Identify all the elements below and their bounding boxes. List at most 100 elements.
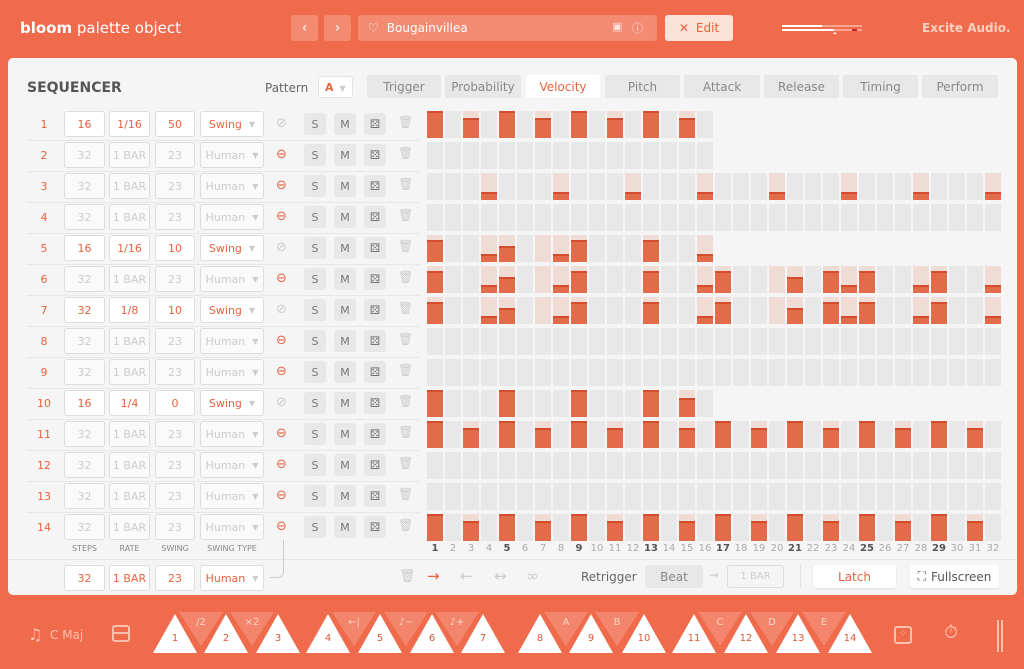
step-cell[interactable] bbox=[877, 297, 893, 324]
velocity-bar[interactable] bbox=[571, 421, 587, 448]
step-cell[interactable] bbox=[535, 204, 551, 231]
trash-icon[interactable]: 🗑︎ bbox=[398, 146, 413, 160]
step-cell[interactable] bbox=[859, 266, 875, 293]
step-cell[interactable] bbox=[679, 421, 695, 448]
step-cell[interactable] bbox=[463, 390, 479, 417]
step-cell[interactable] bbox=[607, 421, 623, 448]
step-cell[interactable] bbox=[895, 204, 911, 231]
step-cell[interactable] bbox=[445, 483, 461, 510]
arrow-right-icon[interactable]: → bbox=[427, 567, 440, 585]
step-cell[interactable] bbox=[517, 390, 533, 417]
step-cell[interactable] bbox=[697, 421, 713, 448]
step-cell[interactable] bbox=[445, 142, 461, 169]
step-cell[interactable] bbox=[661, 421, 677, 448]
step-cell[interactable] bbox=[985, 204, 1001, 231]
step-cell[interactable] bbox=[625, 390, 641, 417]
step-cell[interactable] bbox=[427, 390, 443, 417]
trash-icon[interactable]: 🗑︎ bbox=[398, 487, 413, 501]
rate-field[interactable]: 1 BAR bbox=[109, 142, 150, 168]
step-cell[interactable] bbox=[589, 173, 605, 200]
step-cell[interactable] bbox=[481, 266, 497, 293]
heart-icon[interactable]: ♡ bbox=[368, 21, 379, 35]
step-cell[interactable] bbox=[445, 514, 461, 541]
step-cell[interactable] bbox=[931, 266, 947, 293]
step-cell[interactable] bbox=[625, 142, 641, 169]
rate-field[interactable]: 1 BAR bbox=[109, 328, 150, 354]
step-cell[interactable] bbox=[733, 204, 749, 231]
step-cell[interactable] bbox=[517, 142, 533, 169]
step-cell[interactable] bbox=[715, 359, 731, 386]
step-cell[interactable] bbox=[697, 173, 713, 200]
step-cell[interactable] bbox=[805, 204, 821, 231]
dice-icon[interactable]: ⚄ bbox=[364, 299, 386, 321]
step-cell[interactable] bbox=[481, 359, 497, 386]
steps-field[interactable]: 16 bbox=[64, 235, 105, 261]
step-cell[interactable] bbox=[967, 297, 983, 324]
mute-button[interactable]: M bbox=[334, 330, 356, 352]
solo-button[interactable]: S bbox=[304, 392, 326, 414]
dice-icon[interactable]: ⚄ bbox=[364, 175, 386, 197]
step-cell[interactable] bbox=[823, 514, 839, 541]
step-cell[interactable] bbox=[895, 297, 911, 324]
step-cell[interactable] bbox=[625, 514, 641, 541]
step-cell[interactable] bbox=[679, 142, 695, 169]
dice-icon[interactable]: ⚄ bbox=[364, 454, 386, 476]
step-cell[interactable] bbox=[463, 235, 479, 262]
step-cell[interactable] bbox=[949, 359, 965, 386]
velocity-bar[interactable] bbox=[859, 421, 875, 448]
mute-button[interactable]: M bbox=[334, 206, 356, 228]
step-cell[interactable] bbox=[769, 452, 785, 479]
velocity-bar[interactable] bbox=[931, 302, 947, 324]
dice-icon[interactable]: ⚄ bbox=[364, 206, 386, 228]
mute-button[interactable]: M bbox=[334, 423, 356, 445]
rate-field[interactable]: 1 BAR bbox=[109, 421, 150, 447]
step-cell[interactable] bbox=[769, 204, 785, 231]
step-cell[interactable] bbox=[571, 421, 587, 448]
step-cell[interactable] bbox=[859, 483, 875, 510]
velocity-bar[interactable] bbox=[985, 315, 1001, 324]
step-cell[interactable] bbox=[643, 297, 659, 324]
velocity-bar[interactable] bbox=[499, 307, 515, 324]
velocity-bar[interactable] bbox=[427, 302, 443, 324]
step-cell[interactable] bbox=[571, 514, 587, 541]
step-cell[interactable] bbox=[769, 421, 785, 448]
swing-type-dropdown[interactable]: Human ▼ bbox=[200, 359, 264, 385]
rate-field[interactable]: 1 BAR bbox=[109, 452, 150, 478]
step-cell[interactable] bbox=[841, 421, 857, 448]
step-cell[interactable] bbox=[697, 142, 713, 169]
link-icon[interactable]: ⊖ bbox=[276, 333, 287, 348]
step-cell[interactable] bbox=[625, 204, 641, 231]
step-cell[interactable] bbox=[571, 390, 587, 417]
step-cell[interactable] bbox=[841, 514, 857, 541]
step-cell[interactable] bbox=[949, 483, 965, 510]
steps-field[interactable]: 32 bbox=[64, 359, 105, 385]
dice-icon[interactable]: ⁘ bbox=[894, 626, 912, 644]
step-cell[interactable] bbox=[553, 514, 569, 541]
step-cell[interactable] bbox=[715, 173, 731, 200]
step-cell[interactable] bbox=[481, 204, 497, 231]
step-cell[interactable] bbox=[733, 421, 749, 448]
velocity-bar[interactable] bbox=[481, 253, 497, 262]
step-cell[interactable] bbox=[427, 297, 443, 324]
velocity-bar[interactable] bbox=[499, 245, 515, 262]
swing-field[interactable]: 23 bbox=[155, 266, 195, 292]
step-cell[interactable] bbox=[823, 452, 839, 479]
rate-field[interactable]: 1 BAR bbox=[109, 173, 150, 199]
step-cell[interactable] bbox=[949, 204, 965, 231]
timer-icon[interactable]: ⏱︎ bbox=[944, 622, 958, 643]
step-cell[interactable] bbox=[823, 173, 839, 200]
step-cell[interactable] bbox=[499, 514, 515, 541]
step-cell[interactable] bbox=[589, 111, 605, 138]
rate-field[interactable]: 1/8 bbox=[109, 297, 150, 323]
step-cell[interactable] bbox=[535, 297, 551, 324]
swing-field[interactable]: 23 bbox=[155, 483, 195, 509]
step-cell[interactable] bbox=[661, 266, 677, 293]
step-cell[interactable] bbox=[607, 390, 623, 417]
step-cell[interactable] bbox=[805, 483, 821, 510]
step-cell[interactable] bbox=[445, 359, 461, 386]
step-cell[interactable] bbox=[463, 514, 479, 541]
tab-perform[interactable]: Perform bbox=[922, 75, 998, 98]
velocity-bar[interactable] bbox=[823, 302, 839, 324]
swing-type-dropdown[interactable]: Human ▼ bbox=[200, 204, 264, 230]
velocity-bar[interactable] bbox=[427, 390, 443, 417]
